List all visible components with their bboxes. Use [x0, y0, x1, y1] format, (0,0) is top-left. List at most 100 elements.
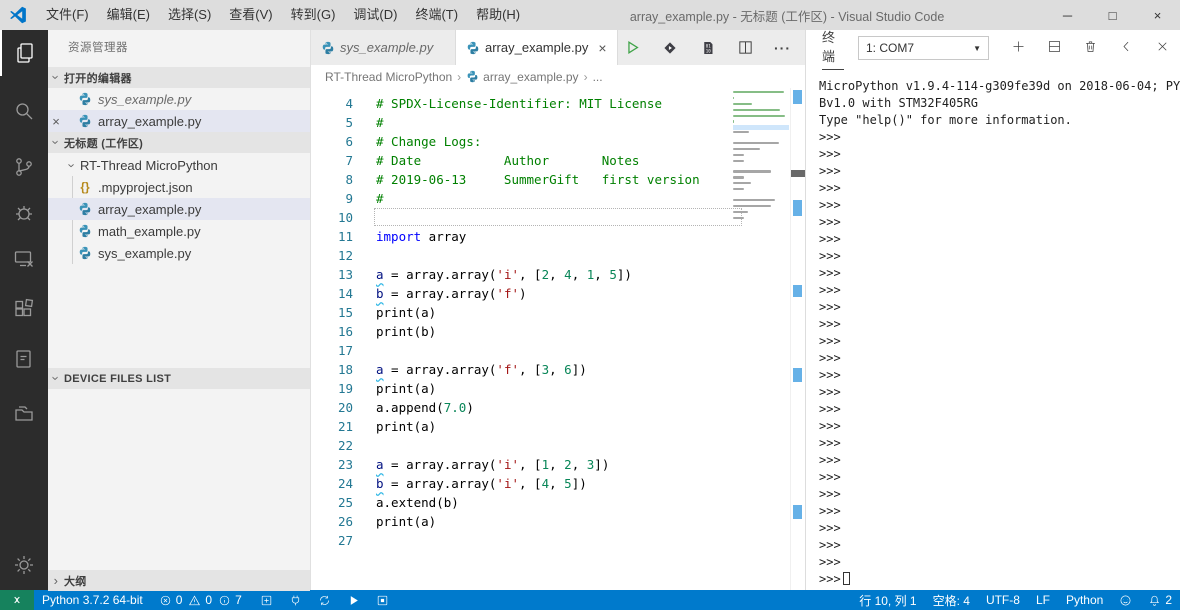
- folder-row-rt-thread[interactable]: › RT-Thread MicroPython: [48, 154, 310, 176]
- current-line-highlight: [374, 208, 742, 226]
- minimap[interactable]: [733, 90, 789, 226]
- code-line[interactable]: 9 #: [311, 189, 805, 208]
- menu-item[interactable]: 终端(T): [406, 0, 467, 30]
- eol-sequence[interactable]: LF: [1028, 590, 1058, 610]
- code-editor[interactable]: 4 # SPDX-License-Identifier: MIT License 5…: [311, 88, 805, 590]
- code-line[interactable]: 12: [311, 246, 805, 265]
- terminal-output[interactable]: MicroPython v1.9.4-114-g309fe39d on 2018…: [819, 78, 1180, 588]
- sync-button[interactable]: [310, 590, 339, 610]
- menu-item[interactable]: 查看(V): [220, 0, 281, 30]
- file-row[interactable]: array_example.py: [48, 198, 310, 220]
- terminal-prompt-line: >>>: [819, 504, 841, 518]
- code-line[interactable]: 5 #: [311, 113, 805, 132]
- menu-item[interactable]: 帮助(H): [467, 0, 529, 30]
- device-files-header[interactable]: › DEVICE FILES LIST: [48, 368, 310, 389]
- workspace-header[interactable]: › 无标题 (工作区): [48, 132, 310, 153]
- code-line[interactable]: 23 a = array.array('i', [1, 2, 3]): [311, 455, 805, 474]
- line-number: 6: [345, 134, 353, 149]
- code-line[interactable]: 26 print(a): [311, 512, 805, 531]
- debug-icon[interactable]: [0, 190, 48, 236]
- code-line[interactable]: 8 # 2019-06-13 SummerGift first version: [311, 170, 805, 189]
- close-icon[interactable]: ×: [598, 40, 606, 56]
- code-line[interactable]: 21 print(a): [311, 417, 805, 436]
- split-terminal-button[interactable]: [1047, 39, 1062, 57]
- feedback-smiley-button[interactable]: [1111, 590, 1140, 610]
- menu-item[interactable]: 转到(G): [282, 0, 345, 30]
- download-run-button[interactable]: [661, 39, 679, 57]
- editor-tab[interactable]: array_example.py ×: [456, 30, 618, 65]
- panel-chevron-left-button[interactable]: [1119, 39, 1134, 57]
- notifications-bell[interactable]: 2: [1140, 590, 1180, 610]
- outline-header[interactable]: › 大纲: [48, 570, 310, 591]
- code-line[interactable]: 6 # Change Logs:: [311, 132, 805, 151]
- code-text: a = array.array('i', [2, 4, 1, 5]): [376, 267, 632, 282]
- explorer-icon[interactable]: [0, 30, 48, 76]
- code-text: a = array.array('f', [3, 6]): [376, 362, 587, 377]
- menu-item[interactable]: 调试(D): [344, 0, 406, 30]
- terminal-dropdown[interactable]: 1: COM7 ▼: [858, 36, 989, 60]
- code-line[interactable]: 7 # Date Author Notes: [311, 151, 805, 170]
- code-line[interactable]: 20 a.append(7.0): [311, 398, 805, 417]
- breadcrumb-item[interactable]: ...: [593, 70, 603, 84]
- terminal-tab[interactable]: 终端: [822, 27, 844, 70]
- close-button[interactable]: ×: [1135, 0, 1180, 30]
- code-line[interactable]: 11 import array: [311, 227, 805, 246]
- code-line[interactable]: 18 a = array.array('f', [3, 6]): [311, 360, 805, 379]
- new-terminal-button[interactable]: [1011, 39, 1026, 57]
- maximize-button[interactable]: □: [1090, 0, 1135, 30]
- close-icon[interactable]: ×: [48, 114, 64, 129]
- new-project-button[interactable]: [252, 590, 281, 610]
- menu-item[interactable]: 编辑(E): [98, 0, 159, 30]
- language-mode[interactable]: Python: [1058, 590, 1111, 610]
- code-line[interactable]: 4 # SPDX-License-Identifier: MIT License: [311, 94, 805, 113]
- search-icon[interactable]: [0, 88, 48, 134]
- kill-terminal-button[interactable]: [1083, 39, 1098, 57]
- open-editor-item[interactable]: × array_example.py: [48, 110, 310, 132]
- code-line[interactable]: 19 print(a): [311, 379, 805, 398]
- folders-icon[interactable]: [0, 390, 48, 436]
- file-row[interactable]: sys_example.py: [48, 242, 310, 264]
- open-editors-header[interactable]: › 打开的编辑器: [48, 67, 310, 88]
- indentation[interactable]: 空格: 4: [925, 590, 978, 610]
- python-interpreter[interactable]: Python 3.7.2 64-bit: [34, 590, 151, 610]
- device-connect-button[interactable]: [281, 590, 310, 610]
- minimap-line: [733, 193, 789, 198]
- extensions-icon[interactable]: [0, 286, 48, 332]
- terminal-prompt-line: >>>: [819, 453, 841, 467]
- source-control-icon[interactable]: [0, 144, 48, 190]
- split-editor-button[interactable]: [737, 39, 754, 56]
- encoding[interactable]: UTF-8: [978, 590, 1028, 610]
- code-line[interactable]: 14 b = array.array('f'): [311, 284, 805, 303]
- file-row[interactable]: math_example.py: [48, 220, 310, 242]
- file-row[interactable]: {} .mpyproject.json: [48, 176, 310, 198]
- more-actions-button[interactable]: ···: [774, 40, 791, 56]
- minimize-button[interactable]: ─: [1045, 0, 1090, 30]
- stop-button[interactable]: [368, 590, 397, 610]
- open-editor-item[interactable]: sys_example.py: [48, 88, 310, 110]
- overview-ruler-slider[interactable]: [791, 170, 805, 177]
- memory-binary-button[interactable]: 01 10: [699, 39, 717, 57]
- code-line[interactable]: 27: [311, 531, 805, 550]
- code-line[interactable]: 24 b = array.array('i', [4, 5]): [311, 474, 805, 493]
- code-line[interactable]: 22: [311, 436, 805, 455]
- breadcrumb-item[interactable]: array_example.py: [466, 70, 579, 84]
- problems-indicator[interactable]: 0 0 7: [151, 590, 252, 610]
- code-line[interactable]: 10: [311, 208, 805, 227]
- code-line[interactable]: 17: [311, 341, 805, 360]
- code-line[interactable]: 25 a.extend(b): [311, 493, 805, 512]
- code-line[interactable]: 15 print(a): [311, 303, 805, 322]
- code-line[interactable]: 16 print(b): [311, 322, 805, 341]
- remote-device-icon[interactable]: [0, 236, 48, 282]
- notes-icon[interactable]: [0, 336, 48, 382]
- cursor-position[interactable]: 行 10, 列 1: [851, 590, 924, 610]
- menu-item[interactable]: 选择(S): [159, 0, 220, 30]
- breadcrumb-item[interactable]: RT-Thread MicroPython: [325, 70, 452, 84]
- menu-item[interactable]: 文件(F): [37, 0, 98, 30]
- close-panel-button[interactable]: [1155, 39, 1170, 57]
- run-file-button[interactable]: [624, 39, 641, 56]
- run-button[interactable]: [339, 590, 368, 610]
- editor-tab[interactable]: sys_example.py: [311, 30, 456, 65]
- settings-gear-icon[interactable]: [0, 542, 48, 588]
- remote-indicator[interactable]: [0, 590, 34, 610]
- code-line[interactable]: 13 a = array.array('i', [2, 4, 1, 5]): [311, 265, 805, 284]
